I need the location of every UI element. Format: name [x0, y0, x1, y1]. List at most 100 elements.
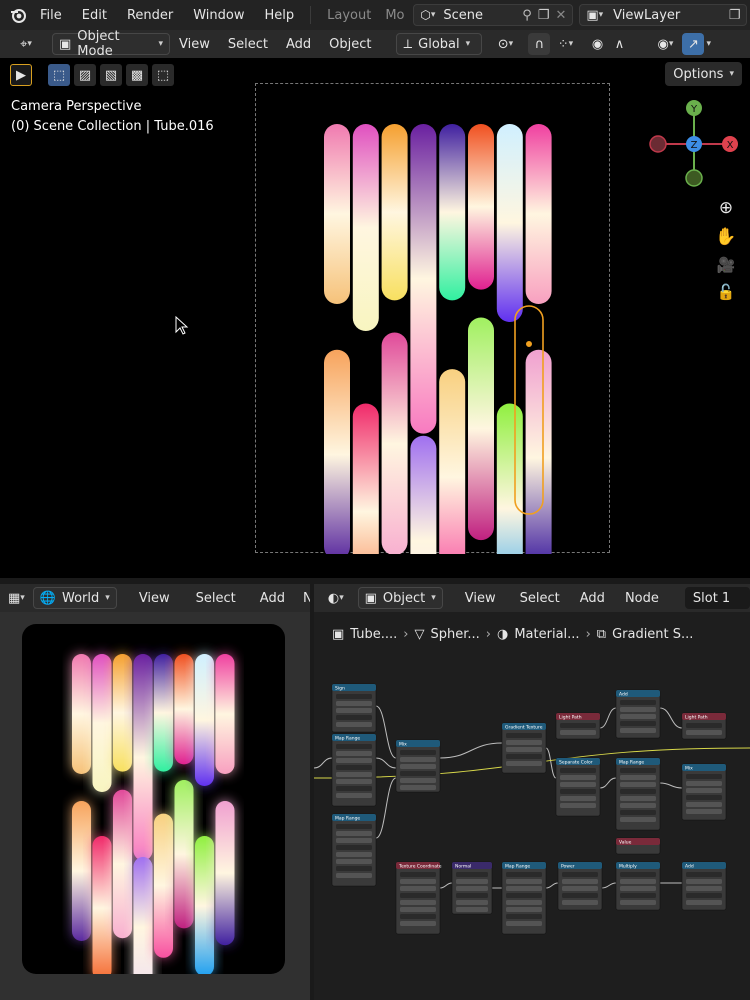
node-socket-field[interactable] — [336, 744, 372, 749]
node-socket-field[interactable] — [560, 768, 596, 773]
node-socket-field[interactable] — [336, 838, 372, 843]
node-socket-field[interactable] — [686, 893, 722, 898]
node-socket-field[interactable] — [620, 900, 656, 905]
select-extend-icon[interactable]: ▨ — [74, 64, 96, 86]
editor-type-icon[interactable]: ⌖ ▾ — [8, 33, 44, 55]
select-tool-icon[interactable]: ▶ — [10, 64, 32, 86]
shader-node[interactable]: Value — [615, 837, 661, 855]
shader-node[interactable]: Map Range — [615, 757, 661, 831]
options-dropdown[interactable]: Options ▾ — [665, 62, 742, 86]
node-socket-field[interactable] — [336, 786, 372, 791]
shader-node[interactable]: Add — [615, 689, 661, 739]
visibility-icon[interactable]: ◉ ▾ — [648, 33, 682, 55]
chevron-down-icon[interactable]: ▾ — [706, 39, 711, 49]
world-menu-add[interactable]: Add — [250, 591, 295, 606]
falloff-icon[interactable]: ∧ — [608, 33, 630, 55]
node-graph[interactable]: Sign Map Range Map Range Mix Texture Coordin… — [314, 648, 750, 1000]
node-socket-field[interactable] — [456, 900, 488, 905]
node-socket-field[interactable] — [686, 886, 722, 891]
node-socket-field[interactable] — [400, 778, 436, 783]
pivot-point-icon[interactable]: ⊙ ▾ — [488, 33, 522, 55]
node-socket-field[interactable] — [400, 886, 436, 891]
node-socket-field[interactable] — [686, 900, 722, 905]
node-socket-field[interactable] — [336, 751, 372, 756]
node-socket-field[interactable] — [620, 714, 656, 719]
camera-view-icon[interactable]: 🎥 — [717, 256, 736, 274]
node-socket-field[interactable] — [336, 859, 372, 864]
shader-node[interactable]: Add — [681, 861, 727, 911]
node-socket-field[interactable] — [686, 788, 722, 793]
close-icon[interactable]: ✕ — [555, 8, 566, 23]
breadcrumb-mesh[interactable]: Spher... — [431, 627, 480, 642]
node-socket-field[interactable] — [400, 879, 436, 884]
node-socket-field[interactable] — [506, 733, 542, 738]
node-socket-field[interactable] — [620, 886, 656, 891]
shader-node[interactable]: Map Range — [331, 733, 377, 807]
viewport-menu-view[interactable]: View — [170, 37, 219, 52]
snap-target-icon[interactable]: ⁘ ▾ — [550, 33, 580, 55]
snap-icon[interactable]: ∩ — [528, 33, 551, 55]
node-socket-field[interactable] — [336, 793, 372, 798]
workspace-tab-layout[interactable]: Layout — [317, 8, 381, 23]
node-socket-field[interactable] — [620, 768, 656, 773]
node-socket-field[interactable] — [620, 879, 656, 884]
breadcrumb-material[interactable]: Material... — [514, 627, 579, 642]
gizmo-toggle-icon[interactable]: ↗ — [682, 33, 705, 55]
shader-node[interactable]: Light Path — [681, 712, 727, 740]
viewlayer-name[interactable]: ViewLayer — [613, 8, 680, 23]
node-menu-select[interactable]: Select — [512, 591, 568, 606]
node-socket-field[interactable] — [686, 872, 722, 877]
node-socket-field[interactable] — [336, 873, 372, 878]
node-socket-field[interactable] — [336, 708, 372, 713]
node-socket-field[interactable] — [686, 795, 722, 800]
viewport-menu-object[interactable]: Object — [320, 37, 380, 52]
node-socket-field[interactable] — [400, 757, 436, 762]
menu-render[interactable]: Render — [117, 8, 183, 23]
node-socket-field[interactable] — [560, 796, 596, 801]
node-socket-field[interactable] — [620, 782, 656, 787]
shader-node[interactable]: Sign — [331, 683, 377, 733]
lock-icon[interactable]: 🔓 — [717, 283, 736, 301]
new-scene-icon[interactable]: ❐ — [538, 8, 550, 23]
node-socket-field[interactable] — [336, 694, 372, 699]
menu-edit[interactable]: Edit — [72, 8, 117, 23]
node-socket-field[interactable] — [336, 845, 372, 850]
viewlayer-selector[interactable]: ▣ ▾ ViewLayer ❐ — [579, 4, 748, 26]
node-socket-field[interactable] — [620, 728, 656, 733]
node-socket-field[interactable] — [560, 782, 596, 787]
node-socket-field[interactable] — [686, 730, 722, 735]
viewport-menu-select[interactable]: Select — [219, 37, 277, 52]
editor-type-icon[interactable]: ◐ ▾ — [322, 587, 350, 609]
node-socket-field[interactable] — [506, 761, 542, 766]
pin-icon[interactable]: ⚲ — [522, 8, 532, 23]
node-socket-field[interactable] — [336, 831, 372, 836]
node-socket-field[interactable] — [562, 872, 598, 877]
scene-name[interactable]: Scene — [443, 8, 483, 23]
node-editor[interactable]: ◐ ▾ ▣ Object ▾ View Select Add Node Slot … — [314, 584, 750, 1000]
node-socket-field[interactable] — [336, 852, 372, 857]
mode-dropdown[interactable]: ▣ Object Mode ▾ — [52, 29, 170, 59]
breadcrumb-node-group[interactable]: Gradient S... — [612, 627, 693, 642]
menu-help[interactable]: Help — [255, 8, 305, 23]
node-socket-field[interactable] — [506, 754, 542, 759]
shader-node[interactable]: Light Path — [555, 712, 601, 740]
shader-node[interactable]: Gradient Texture — [501, 722, 547, 774]
node-socket-field[interactable] — [620, 707, 656, 712]
proportional-edit-icon[interactable]: ◉ — [586, 33, 608, 55]
navigation-gizmo[interactable]: Y X Z — [640, 98, 750, 198]
node-socket-field[interactable] — [620, 803, 656, 808]
node-socket-field[interactable] — [456, 872, 488, 877]
shader-node[interactable]: Multiply — [615, 861, 661, 911]
node-socket-field[interactable] — [686, 802, 722, 807]
node-socket-field[interactable] — [400, 771, 436, 776]
shader-node[interactable]: Mix — [681, 763, 727, 821]
node-socket-field[interactable] — [506, 747, 542, 752]
pan-hand-icon[interactable]: ✋ — [715, 227, 736, 247]
shader-object-dropdown[interactable]: ▣ Object ▾ — [357, 587, 443, 609]
scene-selector[interactable]: ⬡ ▾ Scene ⚲ ❐ ✕ — [413, 4, 574, 26]
node-socket-field[interactable] — [400, 750, 436, 755]
node-socket-field[interactable] — [686, 809, 722, 814]
node-socket-field[interactable] — [620, 893, 656, 898]
new-viewlayer-icon[interactable]: ❐ — [729, 8, 741, 23]
node-socket-field[interactable] — [686, 723, 722, 728]
